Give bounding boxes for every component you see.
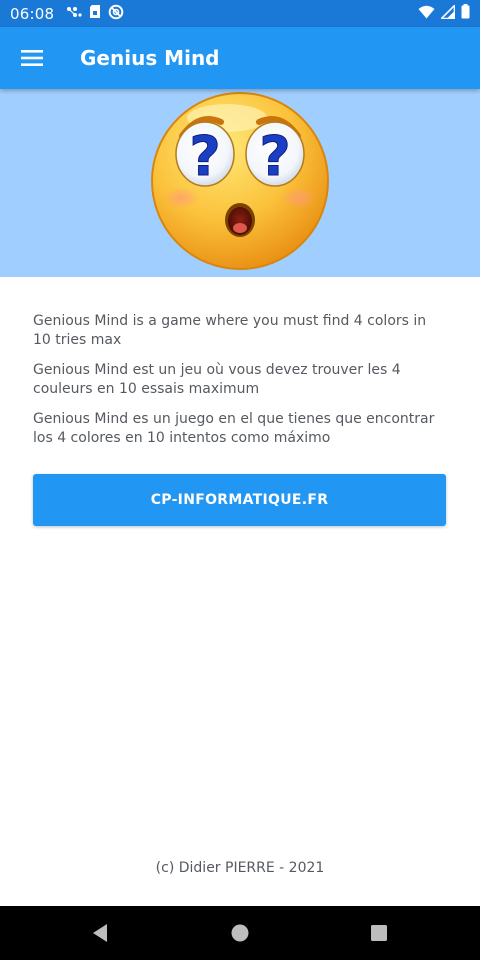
app-title: Genius Mind [80,46,220,70]
description-english: Genious Mind is a game where you must fi… [33,313,427,348]
description-spanish: Genious Mind es un juego en el que tiene… [33,411,435,446]
hamburger-menu-icon[interactable] [18,44,46,72]
home-icon[interactable] [230,923,250,947]
navigation-bar [0,906,480,960]
back-icon[interactable] [91,923,109,947]
confused-emoji-icon: ? ? [147,88,333,278]
network-dots-icon [66,4,82,23]
wifi-icon [418,4,435,23]
copyright-text: (c) Didier PIERRE - 2021 [155,860,325,876]
sim-card-icon [89,4,101,23]
banner: ? ? [0,89,480,277]
status-left-icons [66,4,124,24]
website-button[interactable]: CP-INFORMATIQUE.FR [33,474,446,526]
recents-icon[interactable] [370,923,388,947]
status-bar: 06:08 [0,0,480,27]
svg-text:?: ? [189,125,220,188]
no-disturb-icon [108,4,124,24]
battery-icon [461,4,470,23]
svg-text:?: ? [259,125,290,188]
signal-icon [439,3,456,23]
app-bar: Genius Mind [0,27,480,89]
description-french: Genious Mind est un jeu où vous devez tr… [33,362,401,397]
description-section: Genious Mind is a game where you must fi… [33,312,447,459]
status-time: 06:08 [10,4,55,23]
status-right-icons [418,3,470,23]
